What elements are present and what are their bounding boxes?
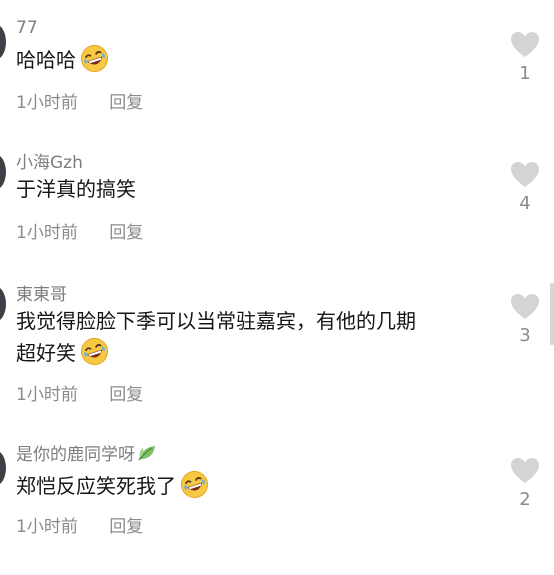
comment-text-body: 郑恺反应笑死我了	[16, 474, 176, 498]
rofl-emoji	[180, 470, 209, 499]
like-control: 4	[507, 160, 543, 214]
comment-item: 是你的鹿同学呀 郑恺反应笑死我了 1小时前 回复 2	[0, 440, 554, 570]
comment-meta: 1小时前 回复	[16, 88, 143, 113]
username-label: 是你的鹿同学呀	[16, 445, 135, 465]
like-control: 3	[507, 292, 543, 346]
comment-item: 小海Gzh 于洋真的搞笑 1小时前 回复 4	[0, 148, 554, 278]
heart-icon[interactable]	[509, 456, 541, 484]
comment-meta: 1小时前 回复	[16, 380, 143, 405]
comment-username[interactable]: 77	[16, 18, 38, 38]
rofl-emoji	[80, 44, 109, 73]
avatar[interactable]	[0, 286, 6, 322]
heart-icon[interactable]	[509, 30, 541, 58]
comment-time: 1小时前	[16, 385, 78, 405]
scrollbar[interactable]	[550, 283, 554, 345]
like-count: 2	[519, 489, 531, 510]
like-count: 3	[519, 325, 531, 346]
comment-text-line-2: 超好笑	[16, 337, 496, 369]
comment-item: 77 哈哈哈 1小时前 回复 1	[0, 18, 554, 148]
username-label: 東東哥	[16, 285, 67, 305]
avatar[interactable]	[0, 450, 6, 486]
comment-username[interactable]: 是你的鹿同学呀	[16, 440, 157, 465]
heart-icon[interactable]	[509, 160, 541, 188]
reply-button[interactable]: 回复	[109, 517, 143, 537]
comment-time: 1小时前	[16, 517, 78, 537]
reply-button[interactable]: 回复	[109, 385, 143, 405]
like-control: 2	[507, 456, 543, 510]
reply-button[interactable]: 回复	[109, 223, 143, 243]
rofl-emoji	[80, 337, 109, 366]
comment-item: 東東哥 我觉得脸脸下季可以当常驻嘉宾，有他的几期 超好笑 1小时前 回复 3	[0, 280, 554, 430]
comment-meta: 1小时前 回复	[16, 512, 143, 537]
comment-text-body: 哈哈哈	[16, 48, 76, 72]
comment-username[interactable]: 小海Gzh	[16, 148, 83, 173]
comment-text: 哈哈哈	[16, 44, 496, 76]
like-control: 1	[507, 30, 543, 84]
comment-text: 郑恺反应笑死我了	[16, 470, 496, 502]
username-label: 小海Gzh	[16, 153, 83, 173]
comment-time: 1小时前	[16, 93, 78, 113]
reply-button[interactable]: 回复	[109, 93, 143, 113]
comment-text-body: 超好笑	[16, 341, 76, 365]
comment-meta: 1小时前 回复	[16, 218, 143, 243]
username-label: 77	[16, 18, 38, 38]
leaf-icon	[137, 444, 157, 462]
comment-text-line: 我觉得脸脸下季可以当常驻嘉宾，有他的几期	[16, 309, 416, 333]
comment-text: 我觉得脸脸下季可以当常驻嘉宾，有他的几期 超好笑	[16, 306, 496, 369]
heart-icon[interactable]	[509, 292, 541, 320]
comment-text-body: 于洋真的搞笑	[16, 177, 136, 201]
avatar[interactable]	[0, 24, 6, 60]
comment-time: 1小时前	[16, 223, 78, 243]
avatar[interactable]	[0, 154, 6, 190]
comment-text: 于洋真的搞笑	[16, 174, 496, 205]
like-count: 1	[519, 63, 531, 84]
like-count: 4	[519, 193, 531, 214]
comment-username[interactable]: 東東哥	[16, 280, 67, 305]
